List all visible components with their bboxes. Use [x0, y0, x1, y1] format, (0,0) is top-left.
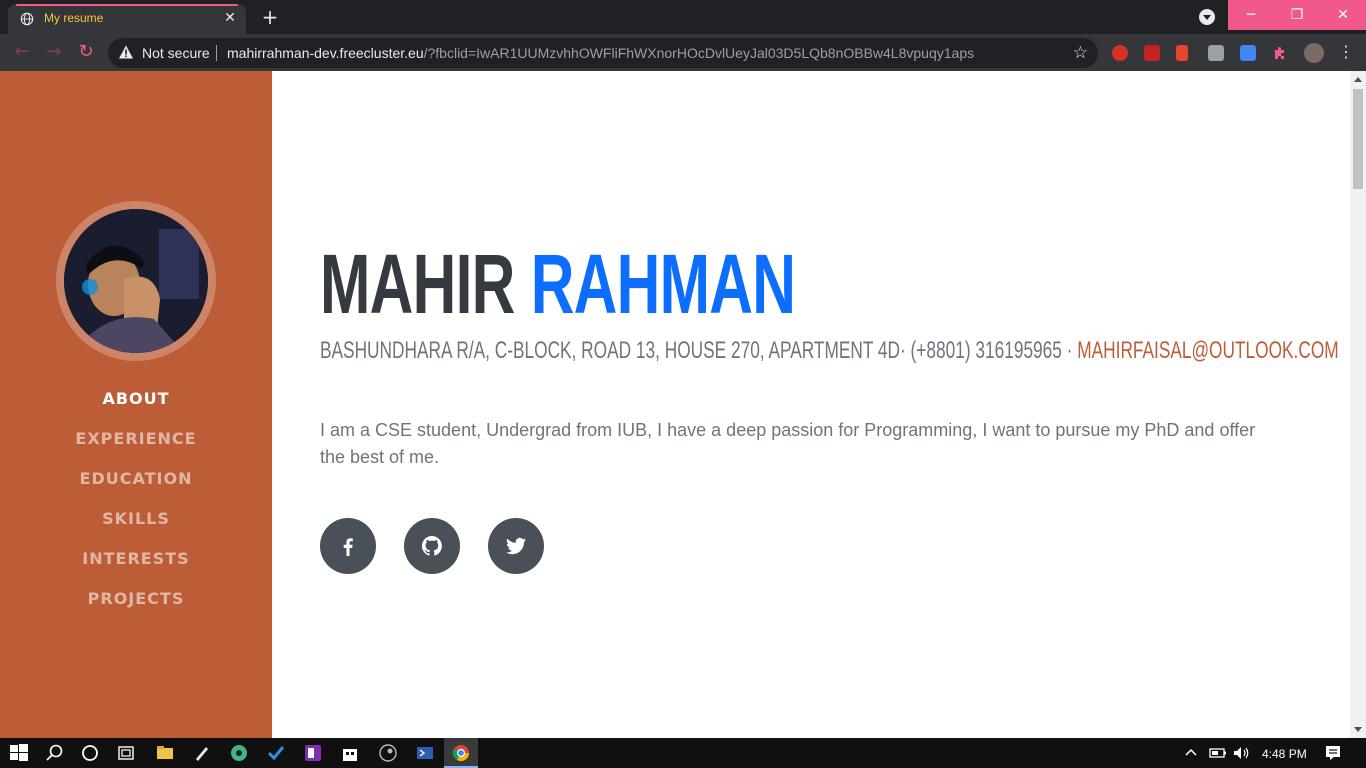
volume-icon[interactable]: [1231, 743, 1251, 763]
sidebar-link-experience[interactable]: EXPERIENCE: [75, 427, 196, 449]
windows-start-icon[interactable]: [9, 743, 29, 763]
bio-text: I am a CSE student, Undergrad from IUB, …: [320, 420, 1256, 467]
globe-icon: [20, 12, 34, 26]
todo-check-icon[interactable]: [266, 743, 286, 763]
twitter-button[interactable]: [488, 518, 544, 574]
task-view-icon[interactable]: [116, 743, 136, 763]
sidebar-item-about[interactable]: ABOUT: [0, 387, 272, 427]
web-page: ABOUT EXPERIENCE EDUCATION SKILLS INTERE…: [0, 71, 1366, 738]
sidebar-nav: ABOUT EXPERIENCE EDUCATION SKILLS INTERE…: [0, 387, 272, 627]
browser-tabstrip: My resume ✕ + ─ ❐ ✕: [0, 0, 1366, 34]
profile-avatar[interactable]: [1304, 43, 1324, 63]
scroll-thumb[interactable]: [1353, 89, 1363, 189]
sidebar-item-experience[interactable]: EXPERIENCE: [0, 427, 272, 467]
extension-adblock-icon[interactable]: [1112, 45, 1128, 61]
last-name: RAHMAN: [530, 237, 796, 331]
battery-icon[interactable]: [1208, 743, 1228, 763]
url-query: /?fbclid=IwAR1UUMzvhhOWFliFhWXnorHOcDvlU…: [423, 45, 975, 61]
sidebar-item-skills[interactable]: SKILLS: [0, 507, 272, 547]
sidebar-item-projects[interactable]: PROJECTS: [0, 587, 272, 627]
profile-photo: [56, 201, 216, 361]
store-icon[interactable]: [340, 743, 360, 763]
extension-lastpass-icon[interactable]: [1144, 45, 1160, 61]
contact-line: BASHUNDHARA R/A, C-BLOCK, ROAD 13, HOUSE…: [320, 337, 1339, 365]
restore-button[interactable]: ❐: [1274, 0, 1320, 30]
github-button[interactable]: [404, 518, 460, 574]
extensions-puzzle-icon[interactable]: [1272, 45, 1288, 61]
file-explorer-icon[interactable]: [155, 743, 175, 763]
tab-search-icon[interactable]: [1199, 9, 1215, 25]
warning-icon[interactable]: [118, 44, 134, 60]
address-bar[interactable]: Not secure mahirrahman-dev.freecluster.e…: [108, 38, 1098, 68]
back-button[interactable]: ←: [10, 40, 34, 64]
sidebar-link-skills[interactable]: SKILLS: [102, 507, 170, 529]
address-phone: BASHUNDHARA R/A, C-BLOCK, ROAD 13, HOUSE…: [320, 337, 1078, 364]
forward-button[interactable]: →: [42, 40, 66, 64]
url-host: mahirrahman-dev.freecluster.eu: [227, 45, 424, 61]
about-section: MAHIR RAHMAN BASHUNDHARA R/A, C-BLOCK, R…: [320, 71, 1339, 738]
url-divider: [216, 45, 217, 61]
sidebar-link-about[interactable]: ABOUT: [102, 387, 169, 409]
taskbar: 4:48 PM: [0, 738, 1366, 768]
sidebar: ABOUT EXPERIENCE EDUCATION SKILLS INTERE…: [0, 71, 272, 738]
tab-close-icon[interactable]: ✕: [222, 10, 238, 26]
github-icon: [421, 535, 442, 556]
sidebar-link-education[interactable]: EDUCATION: [80, 467, 193, 489]
new-tab-button[interactable]: +: [258, 6, 282, 28]
extension-translate-icon[interactable]: [1240, 45, 1256, 61]
search-icon[interactable]: [45, 743, 65, 763]
browser-tab[interactable]: My resume ✕: [8, 4, 246, 34]
onenote-icon[interactable]: [303, 743, 323, 763]
browser-menu-icon[interactable]: ⋮: [1336, 42, 1356, 62]
extension-office-icon[interactable]: [1176, 45, 1188, 61]
sidebar-link-interests[interactable]: INTERESTS: [82, 547, 189, 569]
sidebar-link-projects[interactable]: PROJECTS: [88, 587, 185, 609]
url-text[interactable]: mahirrahman-dev.freecluster.eu/?fbclid=I…: [227, 45, 974, 61]
sidebar-item-education[interactable]: EDUCATION: [0, 467, 272, 507]
pen-app-icon[interactable]: [192, 743, 212, 763]
close-window-button[interactable]: ✕: [1320, 0, 1366, 30]
steam-icon[interactable]: [378, 743, 398, 763]
minimize-button[interactable]: ─: [1228, 0, 1274, 30]
cortana-icon[interactable]: [80, 743, 100, 763]
tab-accent: [16, 4, 238, 6]
first-name: MAHIR: [320, 237, 515, 331]
tab-title: My resume: [44, 11, 104, 25]
security-label[interactable]: Not secure: [142, 45, 210, 61]
sidebar-item-interests[interactable]: INTERESTS: [0, 547, 272, 587]
scroll-down-arrow-icon[interactable]: [1354, 727, 1362, 732]
taskbar-clock[interactable]: 4:48 PM: [1262, 745, 1307, 763]
chrome-icon[interactable]: [451, 743, 471, 763]
tray-chevron-up-icon[interactable]: [1183, 743, 1199, 763]
bookmark-star-icon[interactable]: ☆: [1073, 43, 1088, 63]
twitter-icon: [506, 537, 526, 555]
scroll-up-arrow-icon[interactable]: [1354, 77, 1362, 82]
page-title: MAHIR RAHMAN: [320, 236, 796, 332]
app-green-icon[interactable]: [229, 743, 249, 763]
page-scrollbar[interactable]: [1350, 71, 1366, 738]
powershell-icon[interactable]: [415, 743, 435, 763]
extension-photo-icon[interactable]: [1208, 45, 1224, 61]
facebook-button[interactable]: [320, 518, 376, 574]
email-link[interactable]: MAHIRFAISAL@OUTLOOK.COM: [1077, 337, 1338, 364]
browser-toolbar: ← → ↻ Not secure mahirrahman-dev.freeclu…: [0, 34, 1366, 71]
profile-photo-image: [64, 209, 208, 353]
facebook-icon: [343, 538, 353, 556]
reload-button[interactable]: ↻: [74, 40, 98, 64]
notifications-icon[interactable]: [1323, 743, 1343, 763]
